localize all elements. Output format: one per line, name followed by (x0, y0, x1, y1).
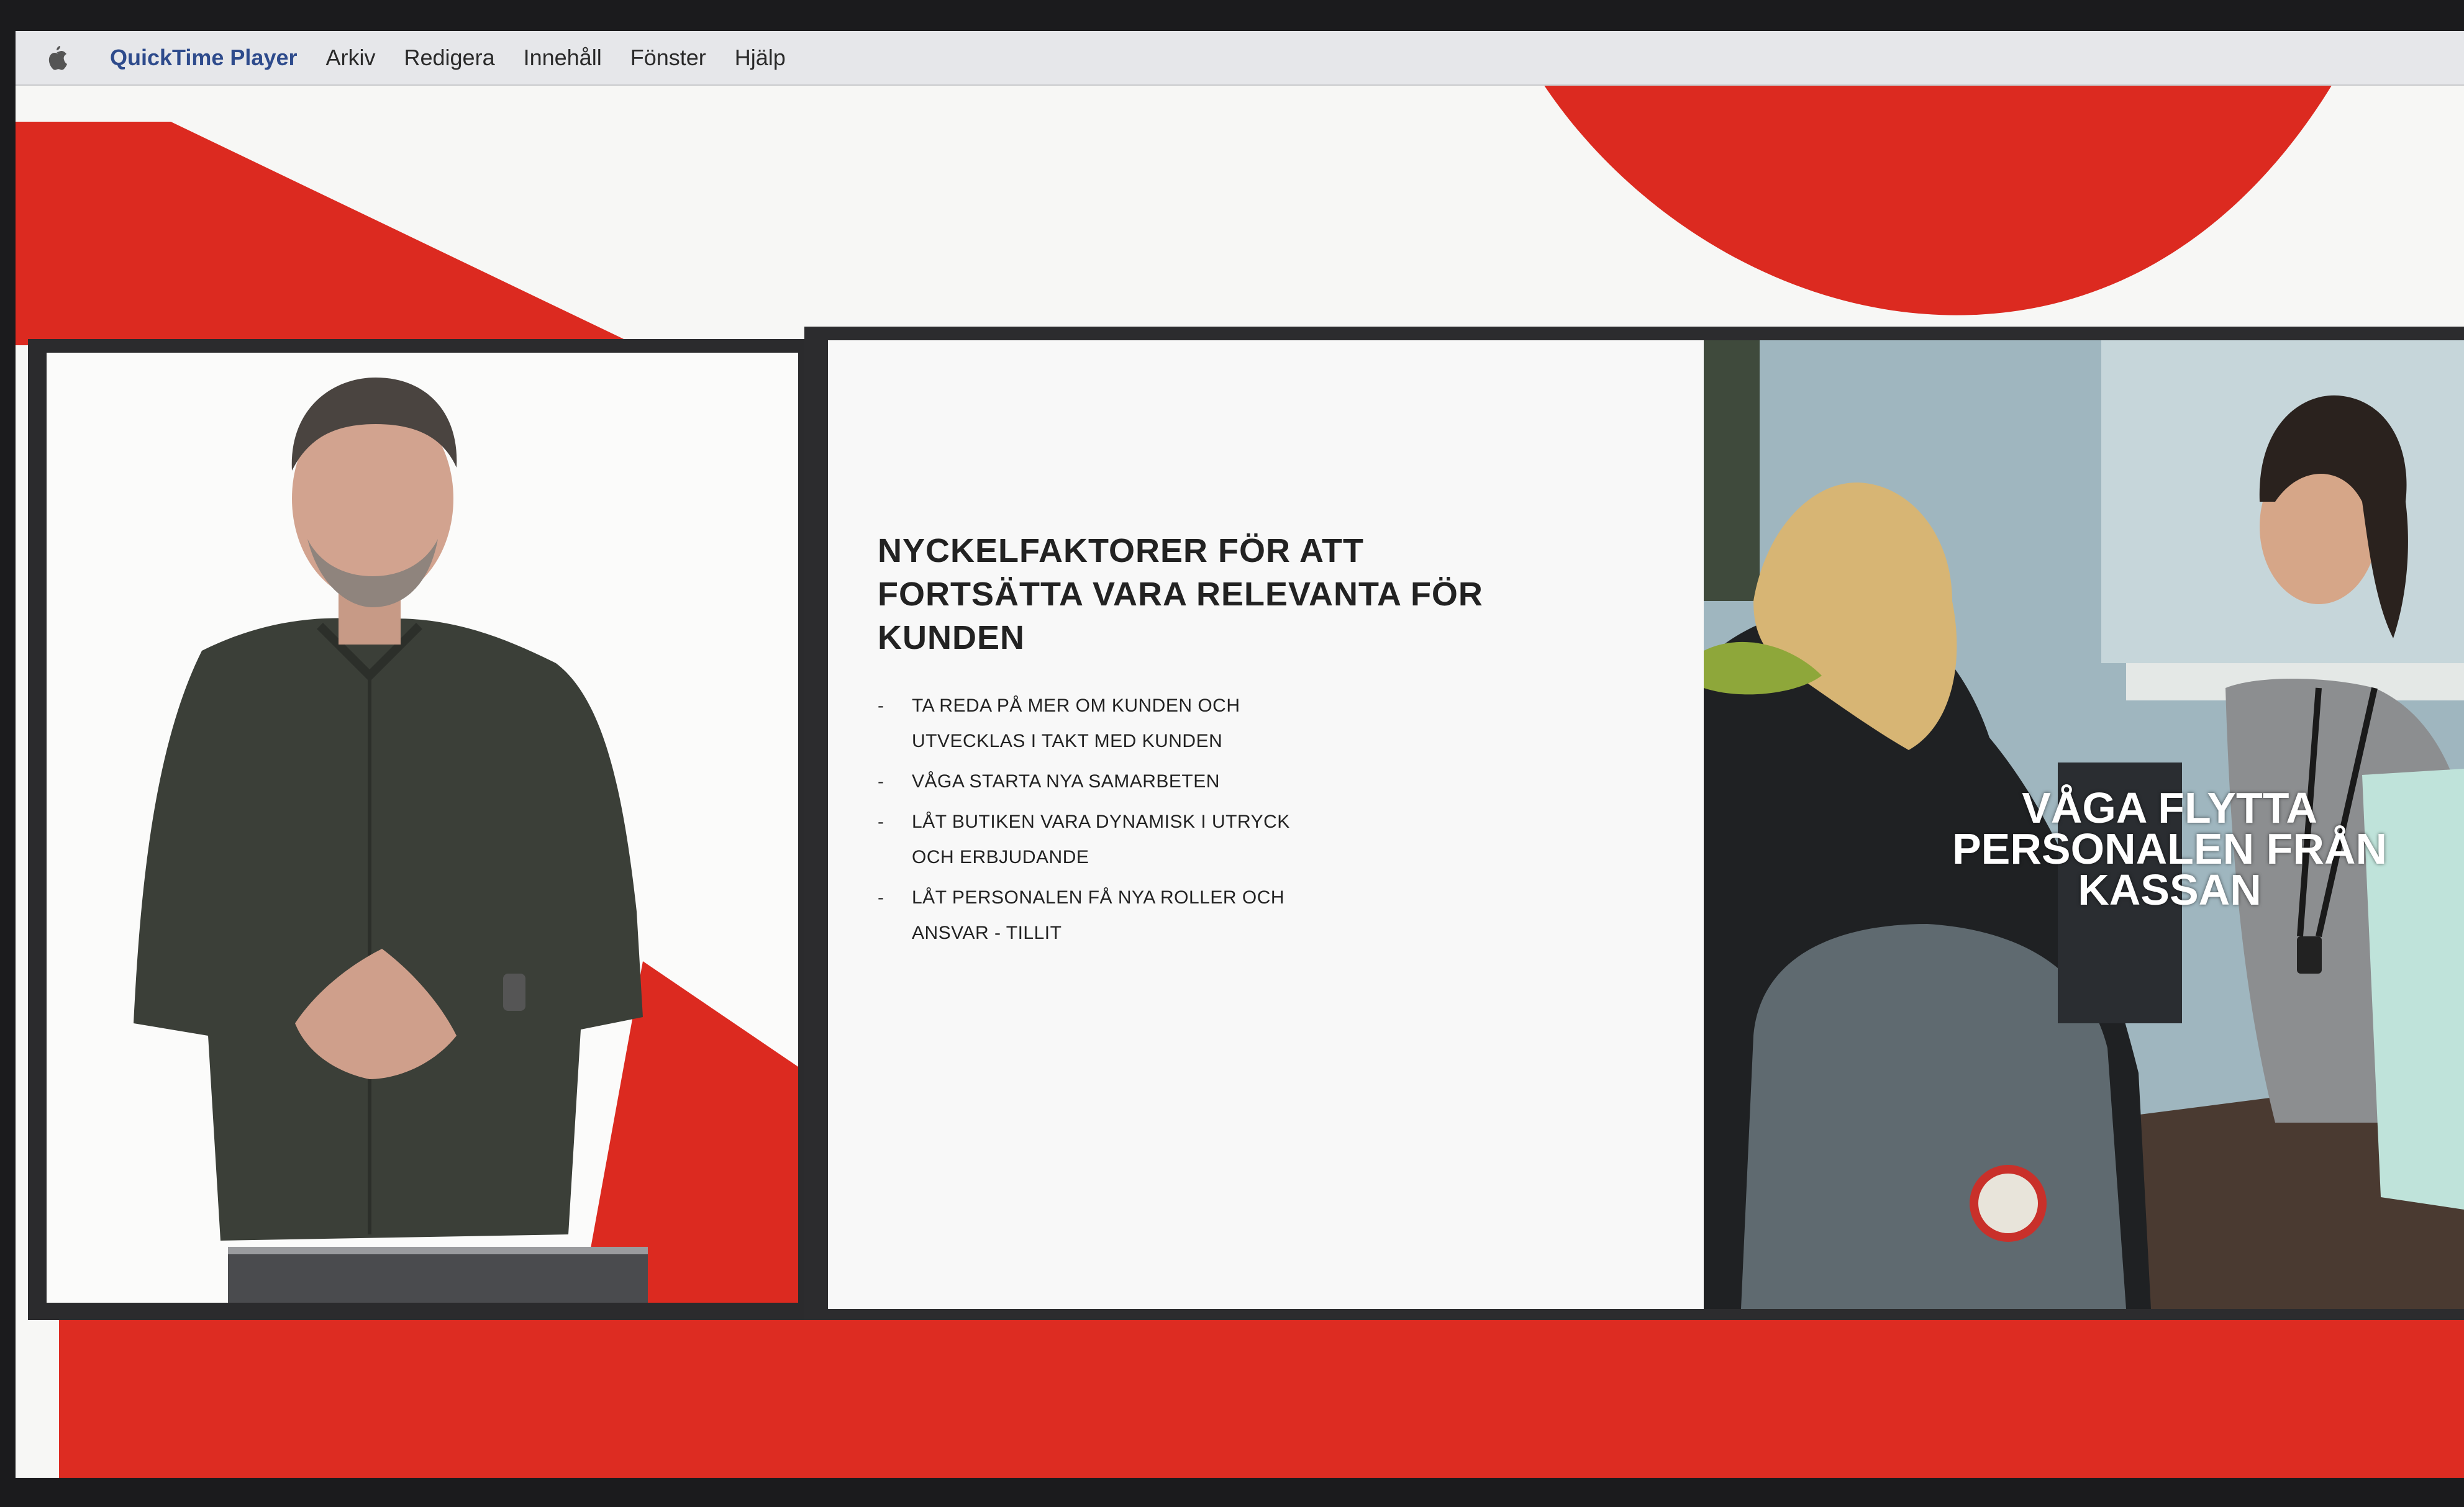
speaker-video (47, 353, 798, 1303)
presenter-figure (134, 378, 798, 1303)
photo-caption: VÅGA FLYTTA PERSONALEN FRÅN KASSAN (1952, 784, 2388, 914)
apple-icon[interactable] (45, 43, 70, 72)
bullet-dash: - (878, 812, 884, 832)
list-item: - VÅGA STARTA NYA SAMARBETEN (878, 764, 1499, 799)
menu-hjalp[interactable]: Hjälp (735, 45, 786, 71)
menu-arkiv[interactable]: Arkiv (326, 45, 376, 71)
bullet-dash: - (878, 887, 884, 908)
bullet-text: LÅT BUTIKEN VARA DYNAMISK I UTRYCK OCH E… (912, 812, 1290, 867)
bullet-dash: - (878, 695, 884, 716)
menu-fonster[interactable]: Fönster (630, 45, 706, 71)
bottom-red-band (59, 1320, 2464, 1478)
slide-frame: NYCKELFAKTORER FÖR ATT FORTSÄTTA VARA RE… (804, 327, 2464, 1326)
screen: QuickTime Player Arkiv Redigera Innehåll… (16, 31, 2464, 1478)
presentation-slide: NYCKELFAKTORER FÖR ATT FORTSÄTTA VARA RE… (828, 340, 2464, 1309)
slide-photo: VÅGA FLYTTA PERSONALEN FRÅN KASSAN (1704, 340, 2464, 1309)
list-item: - LÅT PERSONALEN FÅ NYA ROLLER OCH ANSVA… (878, 880, 1499, 951)
list-item: - LÅT BUTIKEN VARA DYNAMISK I UTRYCK OCH… (878, 804, 1499, 875)
bullet-dash: - (878, 771, 884, 792)
speaker-frame (28, 339, 811, 1320)
bullet-text: LÅT PERSONALEN FÅ NYA ROLLER OCH ANSVAR … (912, 887, 1285, 943)
slide-title: NYCKELFAKTORER FÖR ATT FORTSÄTTA VARA RE… (878, 532, 1483, 656)
menu-redigera[interactable]: Redigera (404, 45, 495, 71)
bullet-text: TA REDA PÅ MER OM KUNDEN OCH UTVECKLAS I… (912, 695, 1240, 751)
video-stage: NYCKELFAKTORER FÖR ATT FORTSÄTTA VARA RE… (16, 84, 2464, 1478)
bullet-text: VÅGA STARTA NYA SAMARBETEN (912, 771, 1220, 792)
bullet-list: - TA REDA PÅ MER OM KUNDEN OCH UTVECKLAS… (878, 688, 1499, 956)
menu-app-name[interactable]: QuickTime Player (110, 45, 298, 71)
menu-innehall[interactable]: Innehåll (524, 45, 602, 71)
menu-bar: QuickTime Player Arkiv Redigera Innehåll… (16, 31, 2464, 86)
list-item: - TA REDA PÅ MER OM KUNDEN OCH UTVECKLAS… (878, 688, 1499, 759)
slide-text-area: NYCKELFAKTORER FÖR ATT FORTSÄTTA VARA RE… (828, 340, 1704, 1309)
